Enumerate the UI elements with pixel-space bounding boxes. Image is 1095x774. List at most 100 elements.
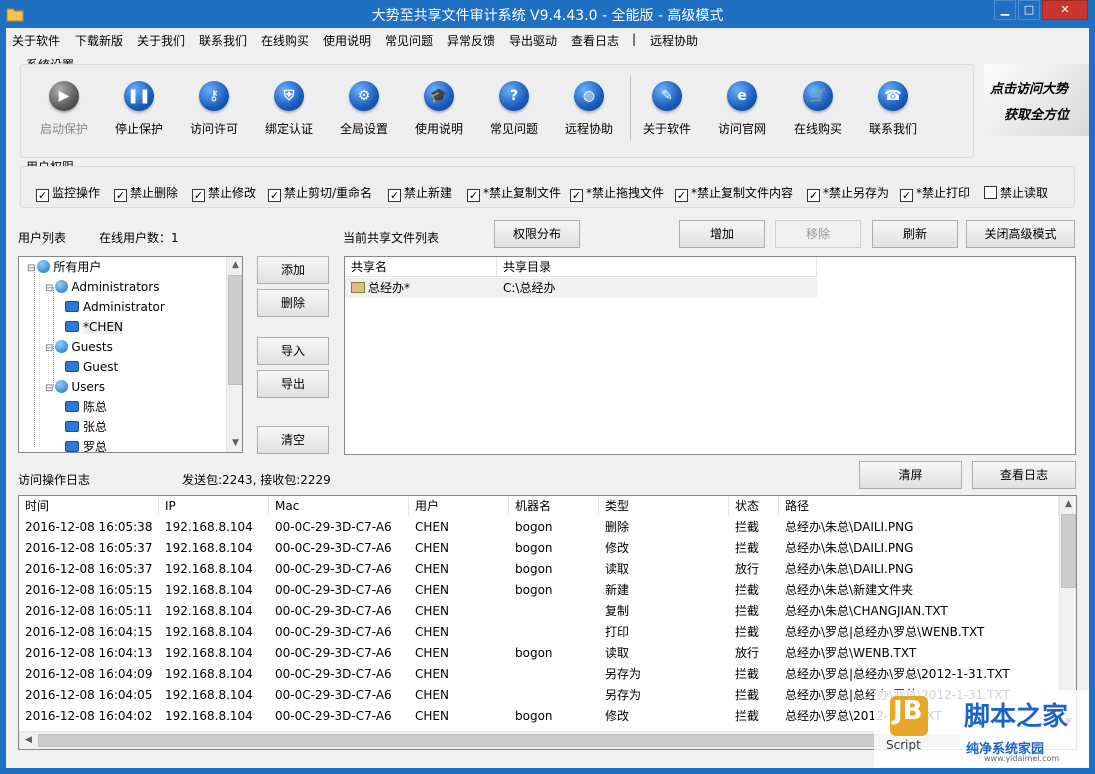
log-row[interactable]: 2016-12-08 16:05:37 192.168.8.104 00-0C-29… [19,538,1059,559]
bind-auth-button[interactable]: ⛨ 绑定认证 [253,68,325,148]
clear-screen-button[interactable]: 清屏 [859,461,962,489]
log-row[interactable]: 2016-12-08 16:04:13 192.168.8.104 00-0C-29… [19,643,1059,664]
log-row[interactable]: 2016-12-08 16:05:38 192.168.8.104 00-0C-29… [19,517,1059,538]
faq-button[interactable]: ? 常见问题 [478,68,550,148]
collapse-icon[interactable]: ⊟ [45,383,53,394]
menu-about-us[interactable]: 关于我们 [137,32,185,49]
scroll-up-arrow[interactable]: ▲ [227,257,242,274]
tree-user-node[interactable]: 罗总 [65,437,107,452]
global-settings-button[interactable]: ⚙ 全局设置 [328,68,400,148]
scroll-thumb[interactable] [38,734,960,747]
collapse-icon[interactable]: ⊟ [45,283,53,294]
remote-assist-button[interactable]: ◍ 远程协助 [553,68,625,148]
permission-checkbox[interactable]: ✓ *禁止另存为 [807,184,889,202]
permission-checkbox[interactable]: ✓ 禁止删除 [114,184,178,202]
tree-user-node[interactable]: Administrator [65,297,165,317]
user-tree[interactable]: ⊟ 所有用户 ⊟ Administrators Administrator *CHEN ⊟ G… [18,256,243,453]
menu-feedback[interactable]: 异常反馈 [447,32,495,49]
instructions-button[interactable]: 🎓 使用说明 [403,68,475,148]
scroll-thumb[interactable] [228,275,242,385]
graduation-cap-icon: 🎓 [424,81,454,111]
tree-group-node[interactable]: ⊟ Administrators [45,277,159,297]
log-cell: 拦截 [735,667,760,681]
menu-faq[interactable]: 常见问题 [385,32,433,49]
tree-group-node[interactable]: ⊟ 所有用户 [27,257,101,277]
menu-buy-online[interactable]: 在线购买 [261,32,309,49]
log-row[interactable]: 2016-12-08 16:05:15 192.168.8.104 00-0C-29… [19,580,1059,601]
log-column-header[interactable]: 状态 [729,496,779,516]
menu-instructions[interactable]: 使用说明 [323,32,371,49]
permission-distribution-button[interactable]: 权限分布 [494,220,580,248]
permission-checkbox[interactable]: ✓ 禁止剪切/重命名 [268,184,372,202]
add-user-button[interactable]: 添加 [257,256,329,284]
view-log-button[interactable]: 查看日志 [972,461,1076,489]
tree-group-node[interactable]: ⊟ Guests [45,337,113,357]
log-column-header[interactable]: 用户 [409,496,509,516]
share-list[interactable]: 共享名 共享目录 总经办* C:\总经办 [344,256,1076,455]
maximize-button[interactable]: □ [1018,0,1040,20]
permission-checkbox[interactable]: ✓ *禁止打印 [900,184,970,202]
log-row[interactable]: 2016-12-08 16:04:09 192.168.8.104 00-0C-29… [19,664,1059,685]
scroll-up-arrow[interactable]: ▲ [1060,496,1076,513]
menu-view-log[interactable]: 查看日志 [571,32,619,49]
column-header-share-name[interactable]: 共享名 [345,257,497,277]
log-row[interactable]: 2016-12-08 16:05:37 192.168.8.104 00-0C-29… [19,559,1059,580]
column-header-share-dir[interactable]: 共享目录 [497,257,817,277]
tree-user-node[interactable]: 张总 [65,417,107,437]
import-button[interactable]: 导入 [257,337,329,365]
visit-website-button[interactable]: e 访问官网 [706,68,778,148]
tree-user-node[interactable]: *CHEN [65,317,123,337]
contact-us-button[interactable]: ☎ 联系我们 [857,68,929,148]
permission-checkbox[interactable]: ✓ 监控操作 [36,184,100,202]
log-cell: 另存为 [605,688,642,702]
log-column-header[interactable]: 时间 [19,496,159,516]
menu-download[interactable]: 下载新版 [75,32,123,49]
menu-about-software[interactable]: 关于软件 [12,32,60,49]
log-column-header[interactable]: 机器名 [509,496,599,516]
user-group-icon [55,380,69,393]
tree-user-node[interactable]: Guest [65,357,118,377]
close-button[interactable]: ✕ [1042,0,1088,20]
menu-remote-assist[interactable]: 远程协助 [650,32,698,49]
permission-checkbox[interactable]: ✓ *禁止复制文件 [467,184,561,202]
collapse-icon[interactable]: ⊟ [45,343,53,354]
permission-checkbox[interactable]: ✓ 禁止新建 [388,184,452,202]
scroll-left-arrow[interactable]: ◀ [20,732,37,749]
start-protection-button[interactable]: ▶ 启动保护 [28,68,100,148]
export-button[interactable]: 导出 [257,370,329,398]
minimize-button[interactable]: ▁ [994,0,1016,20]
menu-contact-us[interactable]: 联系我们 [199,32,247,49]
log-column-header[interactable]: 路径 [779,496,1059,516]
buy-online-button[interactable]: 🛒 在线购买 [782,68,854,148]
tree-scrollbar[interactable]: ▲ ▼ [226,257,242,452]
clear-users-button[interactable]: 清空 [257,426,329,454]
log-column-header[interactable]: IP [159,496,269,516]
remove-share-button[interactable]: 移除 [775,220,861,248]
close-advanced-mode-button[interactable]: 关闭高级模式 [966,220,1075,248]
tree-user-node[interactable]: 陈总 [65,397,107,417]
permission-checkbox[interactable]: ✓ *禁止复制文件内容 [675,184,793,202]
about-software-button[interactable]: ✎ 关于软件 [631,68,703,148]
scroll-down-arrow[interactable]: ▼ [227,435,242,452]
menu-export-driver[interactable]: 导出驱动 [509,32,557,49]
log-column-header[interactable]: 类型 [599,496,729,516]
log-row[interactable]: 2016-12-08 16:05:11 192.168.8.104 00-0C-29… [19,601,1059,622]
delete-user-button[interactable]: 删除 [257,289,329,317]
tree-group-node[interactable]: ⊟ Users [45,377,105,397]
scroll-thumb[interactable] [1061,514,1076,588]
stop-protection-button[interactable]: ❚❚ 停止保护 [103,68,175,148]
access-permit-button[interactable]: ⚷ 访问许可 [178,68,250,148]
log-cell: 00-0C-29-3D-C7-A6 [275,604,392,618]
log-cell [509,685,599,706]
log-cell: bogon [515,646,553,660]
add-share-button[interactable]: 增加 [679,220,765,248]
share-row[interactable]: 总经办* C:\总经办 [345,278,817,298]
log-column-header[interactable]: Mac [269,496,409,516]
permission-checkbox[interactable]: ✓ *禁止拖拽文件 [570,184,664,202]
permission-checkbox[interactable]: 禁止读取 [984,184,1048,200]
collapse-icon[interactable]: ⊟ [27,263,35,274]
log-row[interactable]: 2016-12-08 16:04:15 192.168.8.104 00-0C-29… [19,622,1059,643]
refresh-button[interactable]: 刷新 [872,220,958,248]
permission-checkbox[interactable]: ✓ 禁止修改 [192,184,256,202]
promo-banner[interactable]: 点击访问大势 获取全方位 [984,64,1089,136]
